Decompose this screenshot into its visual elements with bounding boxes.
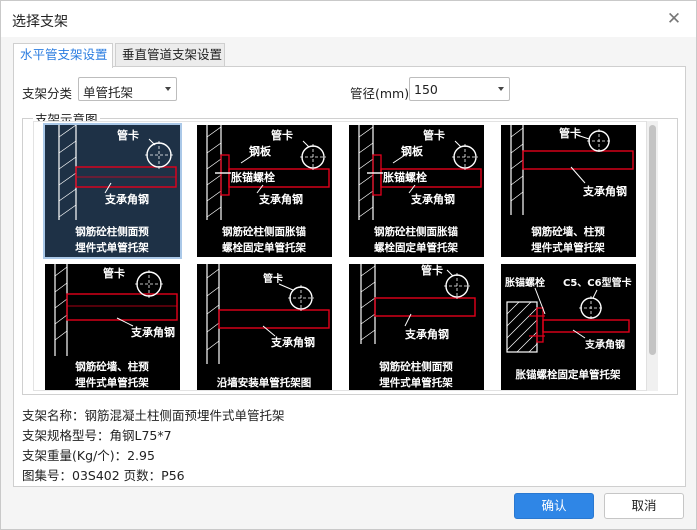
diagram-label: 管卡	[423, 128, 445, 142]
diagram-caption: 埋件式单管托架	[531, 241, 605, 254]
window-title: 选择支架	[12, 14, 68, 30]
diagram-image-2: 管卡 钢板 胀锚螺栓 支承角钢 钢筋砼柱侧面胀锚 螺栓固定单管托架	[206, 125, 330, 254]
diagram-thumb-2[interactable]: 管卡 钢板 胀锚螺栓 支承角钢 钢筋砼柱侧面胀锚 螺栓固定单管托架	[197, 125, 332, 257]
chevron-down-icon	[498, 87, 504, 91]
diagram-thumb-1[interactable]: 管卡 支承角钢 钢筋砼柱侧面预 埋件式单管托架	[43, 123, 182, 259]
support-name: 支架名称：钢筋混凝土柱侧面预埋件式单管托架	[22, 408, 285, 423]
diagram-image-6: 管卡 支承角钢 沿墙安装单管托架图	[206, 264, 330, 389]
select-support-dialog: 选择支架 ✕ 水平管支架设置 垂直管道支架设置 支架分类 单管托架 管径(mm)…	[0, 0, 697, 530]
diagram-label: 支承角钢	[270, 335, 315, 349]
diagram-image-3: 管卡 钢板 胀锚螺栓 支承角钢 钢筋砼柱侧面胀锚 螺栓固定单管托架	[358, 125, 482, 254]
diagram-caption: 胀锚螺栓固定单管托架	[516, 368, 621, 381]
support-weight: 支架重量(Kg/个)：2.95	[22, 448, 155, 463]
diagram-label: 管卡	[263, 272, 283, 285]
diagram-thumb-3[interactable]: 管卡 钢板 胀锚螺栓 支承角钢 钢筋砼柱侧面胀锚 螺栓固定单管托架	[349, 125, 484, 257]
diagram-caption: 埋件式单管托架	[379, 376, 453, 389]
diagram-label: 胀锚螺栓	[505, 276, 545, 289]
category-value: 单管托架	[83, 85, 134, 100]
diagram-label: 管卡	[103, 266, 125, 280]
diagram-thumb-6[interactable]: 管卡 支承角钢 沿墙安装单管托架图	[197, 264, 332, 390]
title-bar: 选择支架 ✕	[1, 1, 696, 37]
diagram-label: 钢板	[401, 144, 424, 158]
diagram-label: 管卡	[421, 264, 443, 277]
support-atlas: 图集号：03S402 页数：P56	[22, 468, 185, 483]
diameter-value: 150	[414, 82, 438, 97]
diagram-caption: 钢筋砼柱侧面胀锚	[222, 225, 306, 238]
diagram-image-1: 管卡 支承角钢 钢筋砼柱侧面预 埋件式单管托架	[58, 125, 177, 254]
diagram-caption: 钢筋砼墙、柱预	[75, 360, 149, 373]
diagram-caption: 沿墙安装单管托架图	[217, 376, 312, 389]
diagram-image-4: 管卡 支承角钢 钢筋砼墙、柱预 埋件式单管托架	[510, 125, 634, 254]
diagram-image-7: 管卡 支承角钢 钢筋砼柱侧面预 埋件式单管托架	[360, 264, 476, 389]
diagram-caption: 螺栓固定单管托架	[374, 241, 458, 254]
diagram-image-5: 管卡 支承角钢 钢筋砼墙、柱预 埋件式单管托架	[54, 264, 178, 389]
diagram-label: 管卡	[559, 126, 581, 140]
diagram-caption: 埋件式单管托架	[75, 241, 149, 254]
diagram-caption: 钢筋砼墙、柱预	[531, 225, 605, 238]
tab-horizontal-support[interactable]: 水平管支架设置	[13, 43, 113, 68]
diagram-label: 支承角钢	[584, 338, 625, 351]
diagram-label: 管卡	[117, 128, 139, 142]
diagram-caption: 钢筋砼柱侧面预	[75, 225, 149, 238]
diagram-thumb-8[interactable]: 胀锚螺栓 C5、C6型管卡 支承角钢 胀锚螺栓固定单管托架	[501, 264, 636, 390]
diagram-label: 支承角钢	[130, 325, 175, 339]
diagram-label: 支承角钢	[258, 192, 303, 206]
diagram-label: C5、C6型管卡	[563, 276, 632, 289]
gallery-scrollbar[interactable]	[646, 121, 658, 391]
scrollbar-thumb[interactable]	[649, 125, 656, 355]
diagram-label: 支承角钢	[582, 184, 627, 198]
ok-button[interactable]: 确认	[514, 493, 594, 519]
diagram-gallery: 管卡 支承角钢 钢筋砼柱侧面预 埋件式单管托架 管卡 钢板 胀锚螺栓 支承角钢 …	[33, 121, 658, 391]
diagram-thumb-7[interactable]: 管卡 支承角钢 钢筋砼柱侧面预 埋件式单管托架	[349, 264, 484, 390]
diameter-label: 管径(mm)	[350, 86, 410, 101]
diagram-label: 胀锚螺栓	[383, 170, 427, 184]
diagram-thumb-4[interactable]: 管卡 支承角钢 钢筋砼墙、柱预 埋件式单管托架	[501, 125, 636, 257]
diagram-caption: 钢筋砼柱侧面预	[379, 360, 453, 373]
close-icon[interactable]: ✕	[664, 9, 684, 29]
tab-vertical-support[interactable]: 垂直管道支架设置	[115, 43, 225, 67]
diameter-select[interactable]: 150	[409, 77, 510, 101]
diagram-label: 管卡	[271, 128, 293, 142]
tab-panel: 支架分类 单管托架 管径(mm) 150 支架示意图 管卡 支承角钢 钢筋砼柱侧…	[13, 66, 686, 487]
diagram-label: 胀锚螺栓	[231, 170, 275, 184]
support-spec: 支架规格型号：角钢L75*7	[22, 428, 172, 443]
diagram-caption: 埋件式单管托架	[75, 376, 149, 389]
diagram-image-8: 胀锚螺栓 C5、C6型管卡 支承角钢 胀锚螺栓固定单管托架	[505, 276, 632, 381]
diagram-label: 钢板	[249, 144, 272, 158]
diagram-caption: 钢筋砼柱侧面胀锚	[374, 225, 458, 238]
diagram-thumb-5[interactable]: 管卡 支承角钢 钢筋砼墙、柱预 埋件式单管托架	[45, 264, 180, 390]
category-label: 支架分类	[22, 86, 73, 101]
chevron-down-icon	[165, 87, 171, 91]
cancel-button[interactable]: 取消	[604, 493, 684, 519]
diagram-caption: 螺栓固定单管托架	[222, 241, 306, 254]
diagram-label: 支承角钢	[410, 192, 455, 206]
category-select[interactable]: 单管托架	[78, 77, 177, 101]
diagram-label: 支承角钢	[404, 327, 449, 341]
diagram-label: 支承角钢	[104, 192, 149, 206]
